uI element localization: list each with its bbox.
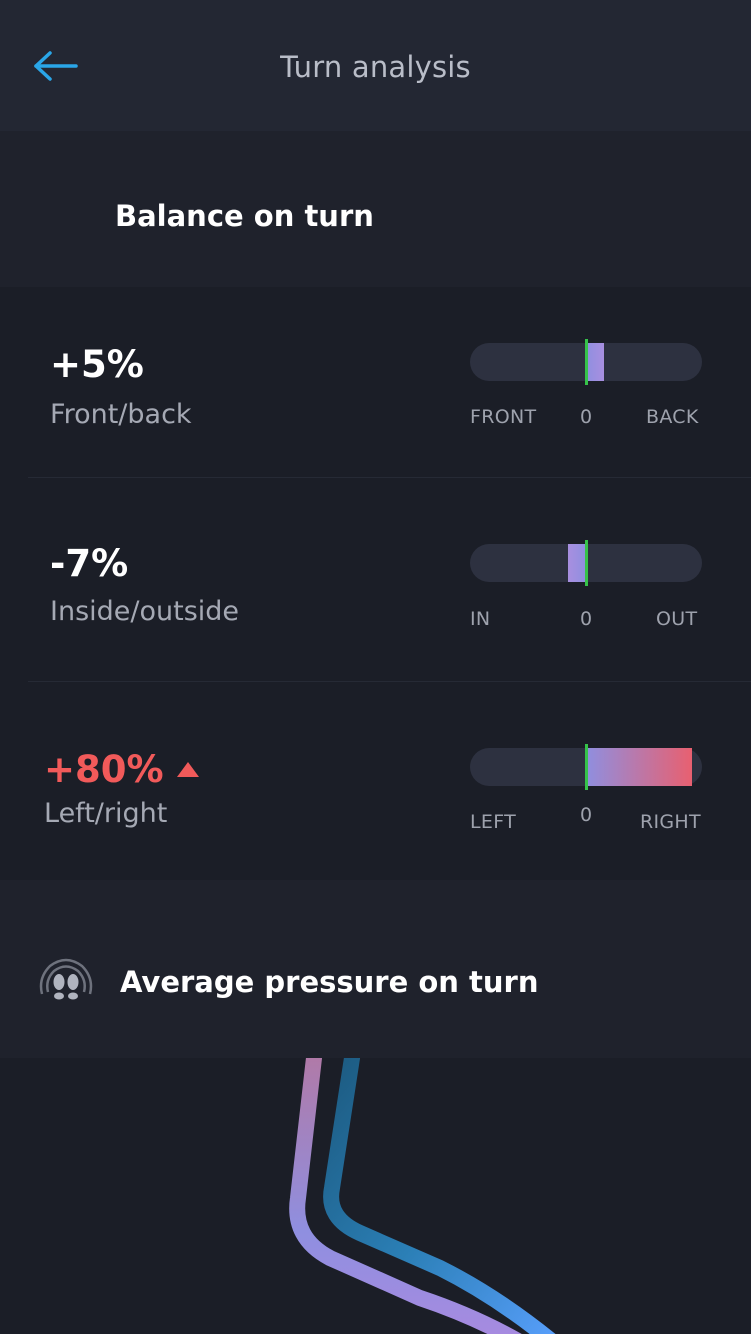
metric-label: Front/back [50, 399, 192, 430]
balance-section-header: Balance on turn [0, 131, 751, 366]
metric-label: Left/right [44, 798, 168, 829]
balance-bar [470, 339, 702, 385]
balance-bar [470, 540, 702, 586]
alert-up-arrow-icon [177, 762, 199, 777]
zero-marker [585, 339, 588, 385]
zero-marker [585, 744, 588, 790]
pressure-trace-graphic [289, 1058, 556, 1334]
scale-label-zero: 0 [580, 804, 593, 826]
metric-value: +5% [50, 343, 144, 386]
scale-label-left: FRONT [470, 406, 537, 428]
scale-label-zero: 0 [580, 406, 593, 428]
metric-row-inside-outside: -7% Inside/outside IN 0 OUT [0, 478, 751, 682]
metric-row-front-back: +5% Front/back FRONT 0 BACK [0, 287, 751, 478]
scale-label-left: LEFT [470, 811, 516, 833]
top-bar: Turn analysis [0, 0, 751, 131]
pressure-footprints-icon [39, 958, 93, 1000]
pressure-section-header: Average pressure on turn [0, 880, 751, 1058]
balance-bar-fill [568, 544, 586, 582]
scale-label-right: BACK [646, 406, 699, 428]
zero-marker [585, 540, 588, 586]
turn-analysis-screen: Turn analysis Balance on turn +5% Front/… [0, 0, 751, 1334]
page-title: Turn analysis [280, 50, 471, 84]
metric-label: Inside/outside [50, 596, 240, 627]
balance-bar [470, 744, 702, 790]
balance-bar-fill [586, 748, 692, 786]
scale-label-left: IN [470, 608, 491, 630]
metric-row-left-right: +80% Left/right LEFT 0 RIGHT [0, 682, 751, 880]
balance-metrics-list: +5% Front/back FRONT 0 BACK -7% Inside/o… [0, 287, 751, 880]
metric-value: +80% [44, 748, 164, 791]
balance-section-title: Balance on turn [115, 199, 374, 233]
scale-label-right: RIGHT [640, 811, 701, 833]
scale-label-zero: 0 [580, 608, 593, 630]
pressure-section-title: Average pressure on turn [120, 965, 539, 999]
metric-value: -7% [50, 542, 129, 585]
balance-bar-fill [586, 343, 604, 381]
scale-label-right: OUT [656, 608, 698, 630]
